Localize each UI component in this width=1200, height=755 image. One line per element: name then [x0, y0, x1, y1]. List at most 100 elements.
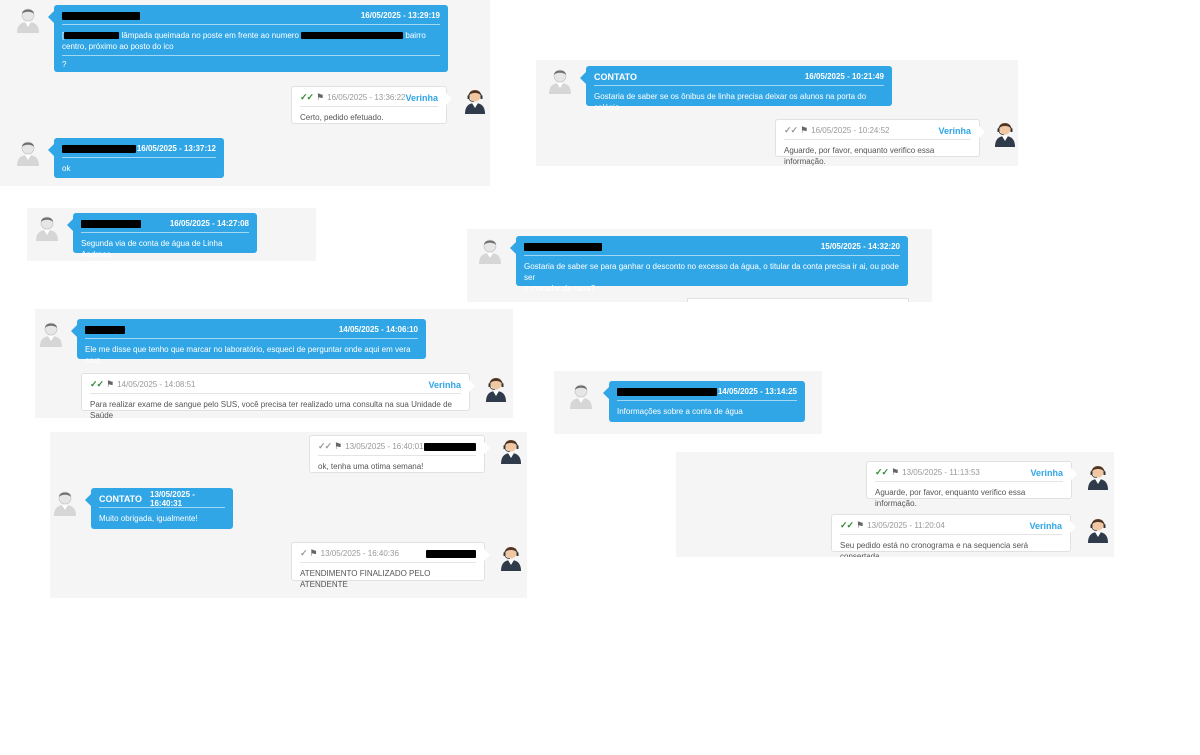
- redacted-agent-name: [426, 549, 476, 558]
- message-timestamp: 15/05/2025 - 14:32:20: [820, 242, 900, 251]
- chat-panel-1: 16/05/2025 - 13:29:19 [ lâmpada queimada…: [0, 0, 490, 186]
- message-text: Muito obrigada, igualmente!: [99, 514, 198, 523]
- redacted-text: [64, 32, 120, 40]
- message-timestamp: 14/05/2025 - 13:14:25: [717, 387, 797, 396]
- customer-avatar-icon: [52, 488, 78, 516]
- customer-avatar-icon: [477, 236, 503, 264]
- chat-panel-5: 14/05/2025 - 14:06:10 Ele me disse que t…: [35, 309, 513, 418]
- message-timestamp: 16/05/2025 - 13:29:19: [360, 11, 440, 20]
- chat-panel-2: CONTATO 16/05/2025 - 10:21:49 Gostaria de…: [536, 60, 1018, 166]
- message-text: Gostaria de saber se os ônibus de linha …: [594, 92, 867, 112]
- customer-avatar-icon: [15, 5, 41, 33]
- customer-message: 14/05/2025 - 14:06:10 Ele me disse que t…: [71, 319, 426, 365]
- message-timestamp: 14/05/2025 - 14:06:10: [338, 325, 418, 334]
- agent-name: Verinha: [405, 92, 438, 103]
- agent-message: ✓✓ ⚑ 13/05/2025 - 11:20:04 Verinha Seu pedi…: [831, 514, 1076, 557]
- agent-name: Verinha: [1030, 467, 1063, 478]
- redacted-contact-name: [62, 11, 140, 20]
- customer-message: 14/05/2025 - 13:14:25 Informações sobre …: [603, 381, 805, 422]
- agent-headset-avatar-icon: [992, 119, 1018, 147]
- message-timestamp: 13/05/2025 - 11:13:53: [902, 468, 980, 477]
- double-check-icon: ✓✓: [300, 92, 314, 102]
- agent-message: ✓✓ ⚑ 16/05/2025 - 10:24:52 Verinha Aguarde,…: [775, 119, 985, 166]
- customer-message: CONTATO 16/05/2025 - 10:21:49 Gostaria de…: [580, 66, 892, 112]
- redacted-contact-name: [62, 144, 136, 153]
- agent-name: Verinha: [428, 379, 461, 390]
- agent-message: ✓✓ ⚑ 14/05/2025 - 14:08:51 Verinha Para rea…: [81, 373, 475, 418]
- customer-message: 16/05/2025 - 14:27:08 Segunda via de con…: [67, 213, 257, 259]
- redacted-contact-name: [524, 242, 602, 251]
- check-icon: ✓: [300, 548, 307, 558]
- message-text: Ele me disse que tenho que marcar no lab…: [85, 345, 411, 365]
- message-text: [ lâmpada queimada no poste em frente ao…: [62, 25, 440, 70]
- message-text: ok, tenha uma otima semana!: [318, 462, 424, 471]
- flag-icon: ⚑: [891, 467, 900, 477]
- agent-message: ✓✓ ⚑ 13/05/2025 - 16:40:01 ok, tenha uma o…: [309, 435, 490, 473]
- customer-message: 16/05/2025 - 13:29:19 [ lâmpada queimada…: [48, 5, 448, 72]
- double-check-icon: ✓✓: [840, 520, 854, 530]
- message-timestamp: 16/05/2025 - 10:21:49: [804, 72, 884, 81]
- agent-name: Verinha: [938, 125, 971, 136]
- customer-avatar-icon: [34, 213, 60, 241]
- message-timestamp: 14/05/2025 - 14:08:51: [117, 380, 196, 389]
- message-text: ATENDIMENTO FINALIZADO PELO ATENDENTE: [300, 569, 431, 589]
- message-text: ok: [62, 164, 71, 173]
- agent-message: ✓✓ ⚑ 13/05/2025 - 11:13:53 Verinha Aguarde,…: [866, 461, 1077, 508]
- customer-avatar-icon: [15, 138, 41, 166]
- agent-message: ✓✓ ⚑ 16/05/2025 - 13:36:22 Verinha Certo, p…: [291, 86, 452, 124]
- flag-icon: ⚑: [856, 520, 865, 530]
- agent-headset-avatar-icon: [1085, 515, 1111, 543]
- flag-icon: ⚑: [800, 125, 809, 135]
- redacted-agent-name: [424, 442, 476, 451]
- chat-panel-8: ✓✓ ⚑ 13/05/2025 - 11:13:53 Verinha Aguarde,…: [676, 452, 1114, 557]
- message-timestamp: 13/05/2025 - 16:40:01: [345, 442, 424, 451]
- next-message-edge: [687, 298, 909, 302]
- flag-icon: ⚑: [106, 379, 115, 389]
- message-timestamp: 13/05/2025 - 11:20:04: [867, 521, 945, 530]
- message-timestamp: 13/05/2025 - 16:40:31: [150, 489, 195, 508]
- agent-headset-avatar-icon: [462, 86, 488, 114]
- message-timestamp: 13/05/2025 - 16:40:36: [320, 549, 399, 558]
- redacted-contact-name: [617, 387, 717, 396]
- agent-headset-avatar-icon: [1085, 462, 1111, 490]
- message-text: Seu pedido está no cronograma e na seque…: [840, 541, 1029, 557]
- customer-message: CONTATO 13/05/2025 - 16:40:31 Muito obrig…: [85, 488, 233, 529]
- customer-message: 16/05/2025 - 13:37:12 ok: [48, 138, 224, 178]
- message-timestamp: 16/05/2025 - 13:37:12: [136, 144, 216, 153]
- agent-headset-avatar-icon: [483, 374, 509, 402]
- flag-icon: ⚑: [316, 92, 325, 102]
- message-timestamp: 16/05/2025 - 10:24:52: [811, 126, 890, 135]
- message-text: Para realizar exame de sangue pelo SUS, …: [90, 400, 452, 418]
- chat-panel-6: 14/05/2025 - 13:14:25 Informações sobre …: [554, 371, 822, 434]
- chat-panel-4: 15/05/2025 - 14:32:20 Gostaria de saber …: [467, 229, 932, 302]
- message-text: Gostaria de saber se para ganhar o desco…: [524, 262, 899, 293]
- customer-avatar-icon: [38, 319, 64, 347]
- double-check-icon: ✓✓: [784, 125, 798, 135]
- message-text: Certo, pedido efetuado.: [300, 113, 384, 122]
- double-check-icon: ✓✓: [318, 441, 332, 451]
- message-text: Segunda via de conta de água de Linha An…: [81, 239, 223, 259]
- double-check-icon: ✓✓: [90, 379, 104, 389]
- message-text: Aguarde, por favor, enquanto verifico es…: [784, 146, 935, 166]
- message-timestamp: 16/05/2025 - 14:27:08: [169, 219, 249, 228]
- agent-name: Verinha: [1029, 520, 1062, 531]
- chat-panel-3: 16/05/2025 - 14:27:08 Segunda via de con…: [27, 208, 316, 261]
- redacted-contact-name: [81, 219, 141, 228]
- message-text: Aguarde, por favor, enquanto verifico es…: [875, 488, 1026, 508]
- customer-avatar-icon: [568, 381, 594, 409]
- contact-name: CONTATO: [594, 71, 637, 82]
- flag-icon: ⚑: [309, 548, 318, 558]
- message-text: Informações sobre a conta de água: [617, 407, 743, 416]
- customer-message: 15/05/2025 - 14:32:20 Gostaria de saber …: [510, 236, 908, 293]
- contact-name: CONTATO: [99, 493, 142, 504]
- double-check-icon: ✓✓: [875, 467, 889, 477]
- redacted-text: [301, 32, 404, 40]
- flag-icon: ⚑: [334, 441, 343, 451]
- agent-message: ✓ ⚑ 13/05/2025 - 16:40:36 ATENDIMENTO FINA…: [291, 542, 490, 589]
- message-timestamp: 16/05/2025 - 13:36:22: [327, 93, 406, 102]
- redacted-contact-name: [85, 325, 125, 334]
- chat-panel-7: ✓✓ ⚑ 13/05/2025 - 16:40:01 ok, tenha uma o…: [50, 432, 527, 598]
- agent-headset-avatar-icon: [498, 543, 524, 571]
- customer-avatar-icon: [547, 66, 573, 94]
- agent-headset-avatar-icon: [498, 436, 524, 464]
